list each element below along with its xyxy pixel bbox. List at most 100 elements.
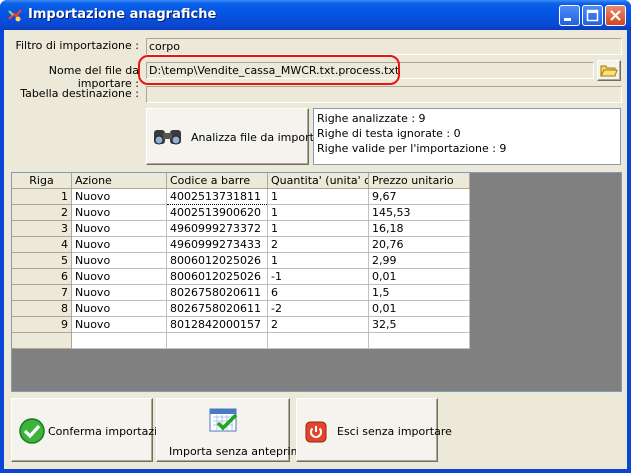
- app-window: Importazione anagrafiche Filtro di impor…: [0, 0, 631, 473]
- row-number: 6: [12, 268, 72, 285]
- filtro-label: Filtro di importazione :: [15, 39, 139, 52]
- table-cell[interactable]: 1: [267, 220, 369, 237]
- table-cell[interactable]: 1: [267, 188, 369, 205]
- table-cell[interactable]: [267, 332, 369, 349]
- table-cell[interactable]: Nuovo: [71, 316, 167, 333]
- calendar-check-icon: [209, 408, 238, 432]
- row-number: 5: [12, 252, 72, 269]
- column-header[interactable]: Riga: [12, 173, 72, 189]
- table-cell[interactable]: Nuovo: [71, 268, 167, 285]
- file-path-highlight: [138, 55, 400, 85]
- table-cell[interactable]: [166, 332, 268, 349]
- table-cell[interactable]: 8026758020611: [166, 284, 268, 301]
- table-cell[interactable]: 8026758020611: [166, 300, 268, 317]
- minimize-icon: [564, 18, 571, 21]
- window-client: Filtro di importazione : corpo Nome del …: [4, 30, 627, 469]
- row-number: 2: [12, 204, 72, 221]
- table-row[interactable]: 1 Nuovo 4002513731811 1 9,67: [12, 188, 470, 205]
- tabella-field[interactable]: [146, 86, 622, 103]
- table-cell[interactable]: 2: [267, 236, 369, 253]
- table-cell[interactable]: 6: [267, 284, 369, 301]
- maximize-button[interactable]: [582, 5, 603, 26]
- table-cell[interactable]: -2: [267, 300, 369, 317]
- close-button[interactable]: [605, 5, 626, 26]
- table-cell[interactable]: 1: [267, 204, 369, 221]
- table-row[interactable]: 4 Nuovo 4960999273433 2 20,76: [12, 236, 470, 253]
- table-cell[interactable]: 8006012025026: [166, 252, 268, 269]
- row-number: 9: [12, 316, 72, 333]
- maximize-icon: [586, 9, 599, 22]
- table-row[interactable]: 8 Nuovo 8026758020611 -2 0,01: [12, 300, 470, 317]
- table-cell[interactable]: 8006012025026: [166, 268, 268, 285]
- table-cell[interactable]: 1: [267, 252, 369, 269]
- analyze-button-label: Analizza file da importare: [191, 131, 332, 144]
- folder-icon: [600, 65, 618, 77]
- column-header[interactable]: Quantita' (unita' di: [267, 173, 369, 189]
- app-icon: [8, 9, 22, 22]
- window-title: Importazione anagrafiche: [28, 7, 217, 22]
- row-number: 8: [12, 300, 72, 317]
- table-row[interactable]: 2 Nuovo 4002513900620 1 145,53: [12, 204, 470, 221]
- tabella-label: Tabella destinazione :: [20, 87, 139, 100]
- minimize-button[interactable]: [559, 5, 580, 26]
- table-row[interactable]: 3 Nuovo 4960999273372 1 16,18: [12, 220, 470, 237]
- table-cell[interactable]: Nuovo: [71, 188, 167, 205]
- confirm-button[interactable]: Conferma importazione: [11, 398, 178, 462]
- table-cell[interactable]: 0,01: [368, 300, 470, 317]
- table-cell[interactable]: Nuovo: [71, 220, 167, 237]
- summary-line: Righe analizzate : 9: [317, 112, 426, 125]
- table-cell[interactable]: 4002513900620: [166, 204, 268, 221]
- table-cell[interactable]: 4960999273433: [166, 236, 268, 253]
- row-number: 1: [12, 188, 72, 205]
- table-cell[interactable]: 4960999273372: [166, 220, 268, 237]
- column-header[interactable]: Prezzo unitario: [368, 173, 470, 189]
- row-number: 7: [12, 284, 72, 301]
- browse-button[interactable]: [597, 60, 621, 81]
- table-cell[interactable]: Nuovo: [71, 236, 167, 253]
- summary-line: Righe di testa ignorate : 0: [317, 127, 461, 140]
- table-row[interactable]: 5 Nuovo 8006012025026 1 2,99: [12, 252, 470, 269]
- row-number: 3: [12, 220, 72, 237]
- row-number: 4: [12, 236, 72, 253]
- table-cell[interactable]: [71, 332, 167, 349]
- table-cell[interactable]: 8012842000157: [166, 316, 268, 333]
- green-check-icon: [19, 418, 45, 444]
- summary-line: Righe valide per l'importazione : 9: [317, 142, 507, 155]
- table-row[interactable]: 7 Nuovo 8026758020611 6 1,5: [12, 284, 470, 301]
- title-bar[interactable]: Importazione anagrafiche: [0, 0, 631, 30]
- table-cell[interactable]: 16,18: [368, 220, 470, 237]
- table-cell[interactable]: Nuovo: [71, 252, 167, 269]
- exit-button[interactable]: Esci senza importare: [296, 398, 452, 462]
- power-icon: [305, 421, 327, 443]
- exit-button-label: Esci senza importare: [337, 425, 452, 438]
- import-no-preview-button[interactable]: Importa senza anteprima: [156, 398, 308, 462]
- table-row[interactable]: [12, 332, 470, 349]
- close-icon: [610, 10, 621, 21]
- table-cell[interactable]: 32,5: [368, 316, 470, 333]
- table-cell[interactable]: 9,67: [368, 188, 470, 205]
- preview-grid[interactable]: Riga Azione Codice a barre Quantita' (unita…: [11, 172, 622, 392]
- analyze-button[interactable]: Analizza file da importare: [146, 108, 332, 165]
- action-bar: Conferma importazione Importa senza ante…: [8, 394, 623, 466]
- table-cell[interactable]: Nuovo: [71, 284, 167, 301]
- table-cell[interactable]: 145,53: [368, 204, 470, 221]
- table-row[interactable]: 6 Nuovo 8006012025026 -1 0,01: [12, 268, 470, 285]
- row-number: [12, 332, 72, 349]
- table-cell[interactable]: 2,99: [368, 252, 470, 269]
- table-cell[interactable]: -1: [267, 268, 369, 285]
- column-header[interactable]: Codice a barre: [166, 173, 268, 189]
- import-no-preview-label: Importa senza anteprima: [169, 445, 309, 458]
- table-cell[interactable]: 1,5: [368, 284, 470, 301]
- filtro-field[interactable]: corpo: [146, 38, 622, 55]
- table-cell[interactable]: Nuovo: [71, 204, 167, 221]
- analysis-summary: Righe analizzate : 9 Righe di testa igno…: [313, 108, 621, 165]
- table-cell[interactable]: 2: [267, 316, 369, 333]
- table-row[interactable]: 9 Nuovo 8012842000157 2 32,5: [12, 316, 470, 333]
- table-cell[interactable]: [368, 332, 470, 349]
- preview-table: Riga Azione Codice a barre Quantita' (unita…: [12, 173, 470, 349]
- column-header[interactable]: Azione: [71, 173, 167, 189]
- table-cell[interactable]: 4002513731811: [166, 188, 268, 205]
- table-cell[interactable]: Nuovo: [71, 300, 167, 317]
- table-cell[interactable]: 0,01: [368, 268, 470, 285]
- table-cell[interactable]: 20,76: [368, 236, 470, 253]
